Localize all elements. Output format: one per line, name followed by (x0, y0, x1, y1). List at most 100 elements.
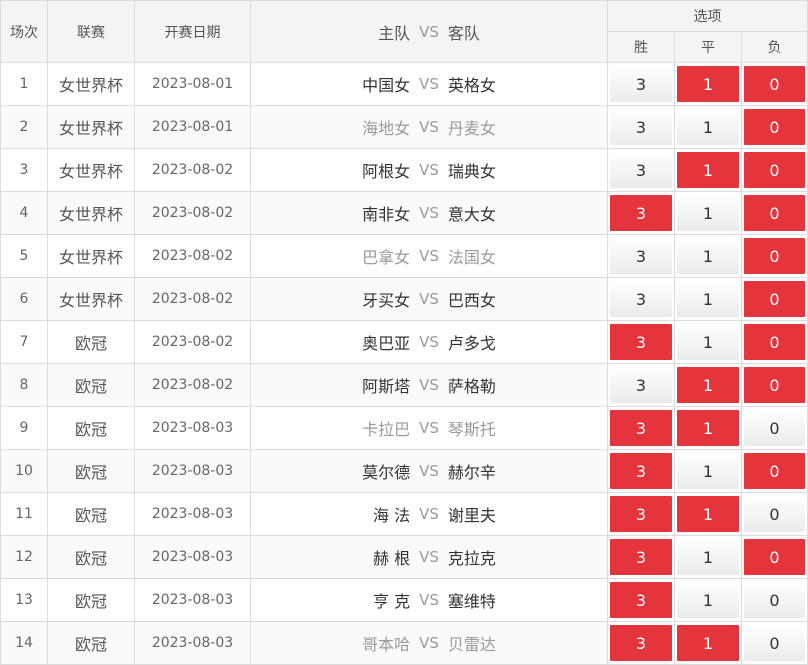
option-lose-button[interactable]: 0 (744, 109, 806, 145)
match-seq: 9 (0, 406, 48, 450)
match-date: 2023-08-03 (134, 578, 251, 622)
match-teams: 海 法 VS 谢里夫 (250, 492, 608, 536)
match-date: 2023-08-03 (134, 406, 251, 450)
vs-label: VS (419, 290, 439, 308)
away-team: 丹麦女 (447, 119, 496, 138)
table-body: 1 女世界杯 2023-08-01 中国女 VS 英格女 3 1 0 2 女世界… (0, 62, 808, 665)
option-lose-button[interactable]: 0 (744, 453, 806, 489)
match-league: 欧冠 (47, 492, 135, 536)
option-draw-button[interactable]: 1 (677, 410, 739, 446)
option-win-button[interactable]: 3 (610, 410, 672, 446)
option-lose-button[interactable]: 0 (744, 324, 806, 360)
option-draw-button[interactable]: 1 (677, 281, 739, 317)
match-league: 欧冠 (47, 449, 135, 493)
match-league: 欧冠 (47, 578, 135, 622)
table-row: 1 女世界杯 2023-08-01 中国女 VS 英格女 3 1 0 (0, 62, 808, 106)
match-league: 女世界杯 (47, 191, 135, 235)
table-row: 12 欧冠 2023-08-03 赫 根 VS 克拉克 3 1 0 (0, 535, 808, 579)
option-lose-button[interactable]: 0 (744, 195, 806, 231)
vs-label: VS (419, 505, 439, 523)
option-draw-button[interactable]: 1 (677, 496, 739, 532)
option-lose-button[interactable]: 0 (744, 367, 806, 403)
option-lose-button[interactable]: 0 (744, 281, 806, 317)
table-row: 5 女世界杯 2023-08-02 巴拿女 VS 法国女 3 1 0 (0, 234, 808, 278)
home-team: 阿斯塔 (362, 377, 411, 396)
away-team: 英格女 (447, 76, 496, 95)
option-lose-button[interactable]: 0 (744, 539, 806, 575)
header-teams: 主队 VS 客队 (250, 0, 608, 63)
option-win-button[interactable]: 3 (610, 66, 672, 102)
option-draw-button[interactable]: 1 (677, 582, 739, 618)
vs-label: VS (419, 591, 439, 609)
header-vs: VS (419, 22, 439, 41)
away-team: 赫尔辛 (447, 463, 496, 482)
option-draw-button[interactable]: 1 (677, 238, 739, 274)
option-win-button[interactable]: 3 (610, 238, 672, 274)
option-win-button[interactable]: 3 (610, 109, 672, 145)
away-team: 卢多戈 (447, 334, 496, 353)
table-row: 11 欧冠 2023-08-03 海 法 VS 谢里夫 3 1 0 (0, 492, 808, 536)
option-win-button[interactable]: 3 (610, 496, 672, 532)
option-win-button[interactable]: 3 (610, 625, 672, 661)
match-teams: 牙买女 VS 巴西女 (250, 277, 608, 321)
vs-label: VS (419, 634, 439, 652)
option-lose-button[interactable]: 0 (744, 66, 806, 102)
home-team: 南非女 (362, 205, 411, 224)
match-seq: 2 (0, 105, 48, 149)
match-seq: 8 (0, 363, 48, 407)
option-draw-button[interactable]: 1 (677, 539, 739, 575)
match-seq: 11 (0, 492, 48, 536)
match-date: 2023-08-03 (134, 621, 251, 665)
option-lose-button[interactable]: 0 (744, 625, 806, 661)
option-win-button[interactable]: 3 (610, 324, 672, 360)
match-seq: 10 (0, 449, 48, 493)
option-win-button[interactable]: 3 (610, 281, 672, 317)
match-date: 2023-08-02 (134, 277, 251, 321)
option-draw-button[interactable]: 1 (677, 453, 739, 489)
home-team: 牙买女 (362, 291, 411, 310)
table-row: 14 欧冠 2023-08-03 哥本哈 VS 贝雷达 3 1 0 (0, 621, 808, 665)
option-draw-button[interactable]: 1 (677, 324, 739, 360)
away-team: 贝雷达 (447, 635, 496, 654)
option-lose-button[interactable]: 0 (744, 496, 806, 532)
option-win-button[interactable]: 3 (610, 195, 672, 231)
away-team: 塞维特 (447, 592, 496, 611)
option-draw-button[interactable]: 1 (677, 367, 739, 403)
match-teams: 卡拉巴 VS 琴斯托 (250, 406, 608, 450)
match-seq: 6 (0, 277, 48, 321)
match-date: 2023-08-02 (134, 148, 251, 192)
option-win-button[interactable]: 3 (610, 453, 672, 489)
vs-label: VS (419, 548, 439, 566)
home-team: 赫 根 (373, 549, 411, 568)
match-league: 欧冠 (47, 621, 135, 665)
option-lose-button[interactable]: 0 (744, 152, 806, 188)
option-draw-button[interactable]: 1 (677, 195, 739, 231)
match-teams: 阿斯塔 VS 萨格勒 (250, 363, 608, 407)
match-seq: 5 (0, 234, 48, 278)
table-row: 7 欧冠 2023-08-02 奥巴亚 VS 卢多戈 3 1 0 (0, 320, 808, 364)
header-date: 开赛日期 (134, 0, 251, 63)
match-table: 场次 联赛 开赛日期 主队 VS 客队 选项 胜 平 负 1 女世界杯 2023… (0, 0, 808, 665)
table-row: 8 欧冠 2023-08-02 阿斯塔 VS 萨格勒 3 1 0 (0, 363, 808, 407)
match-date: 2023-08-02 (134, 191, 251, 235)
match-league: 欧冠 (47, 320, 135, 364)
option-lose-button[interactable]: 0 (744, 410, 806, 446)
match-date: 2023-08-03 (134, 535, 251, 579)
option-win-button[interactable]: 3 (610, 582, 672, 618)
table-row: 4 女世界杯 2023-08-02 南非女 VS 意大女 3 1 0 (0, 191, 808, 235)
option-win-button[interactable]: 3 (610, 367, 672, 403)
option-draw-button[interactable]: 1 (677, 152, 739, 188)
option-win-button[interactable]: 3 (610, 152, 672, 188)
option-lose-button[interactable]: 0 (744, 238, 806, 274)
header-draw: 平 (674, 31, 742, 63)
option-draw-button[interactable]: 1 (677, 625, 739, 661)
vs-label: VS (419, 376, 439, 394)
option-lose-button[interactable]: 0 (744, 582, 806, 618)
option-draw-button[interactable]: 1 (677, 66, 739, 102)
header-seq: 场次 (0, 0, 48, 63)
option-draw-button[interactable]: 1 (677, 109, 739, 145)
away-team: 谢里夫 (447, 506, 496, 525)
home-team: 亨 克 (373, 592, 411, 611)
option-win-button[interactable]: 3 (610, 539, 672, 575)
table-row: 2 女世界杯 2023-08-01 海地女 VS 丹麦女 3 1 0 (0, 105, 808, 149)
